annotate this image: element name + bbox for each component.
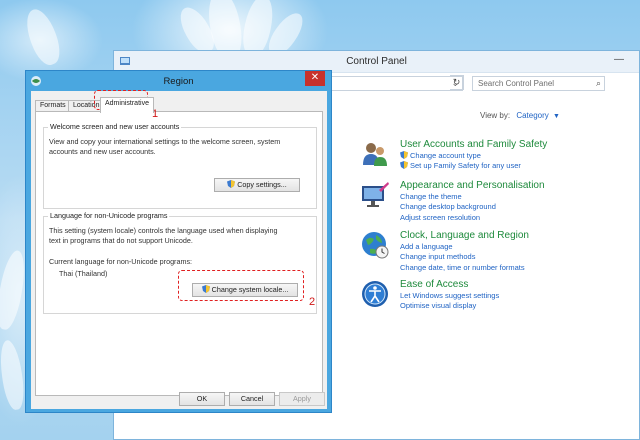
link-desktop-background[interactable]: Change desktop background (400, 202, 545, 212)
wallpaper-petal (0, 338, 27, 412)
current-language-label: Current language for non-Unicode program… (49, 257, 193, 266)
category-heading[interactable]: Appearance and Personalisation (400, 180, 545, 192)
search-placeholder: Search Control Panel (478, 79, 555, 88)
link-label: Set up Family Safety for any user (410, 161, 521, 171)
users-icon (363, 143, 387, 166)
view-by: View by: Category ▼ (480, 111, 560, 120)
group-description: This setting (system locale) controls th… (49, 226, 278, 245)
callout-box-change-locale (178, 270, 304, 301)
view-by-dropdown[interactable]: Category (516, 111, 548, 120)
dialog-body: Formats Location Administrative Welcome … (31, 91, 327, 409)
window-title: Control Panel (346, 56, 407, 67)
link-label: Change account type (410, 151, 481, 160)
ease-of-access-icon (362, 281, 388, 307)
button-label: Copy settings... (237, 180, 287, 189)
link-add-language[interactable]: Add a language (400, 242, 529, 252)
tab-strip: Formats Location Administrative (35, 97, 325, 113)
search-icon[interactable]: ⌕ (596, 78, 601, 89)
globe-clock-icon (362, 232, 389, 259)
current-language-value: Thai (Thailand) (59, 269, 108, 278)
shield-icon (227, 180, 236, 188)
refresh-icon[interactable]: ↻ (450, 75, 464, 90)
category-heading[interactable]: Ease of Access (400, 279, 499, 291)
administrative-panel: Welcome screen and new user accounts Vie… (35, 111, 323, 396)
description-line: accounts and new user accounts. (49, 146, 156, 156)
description-line: View and copy your international setting… (49, 137, 281, 146)
apply-button: Apply (279, 392, 325, 406)
shield-icon (400, 151, 408, 159)
link-date-time-formats[interactable]: Change date, time or number formats (400, 263, 529, 273)
link-screen-resolution[interactable]: Adjust screen resolution (400, 213, 545, 223)
group-legend: Welcome screen and new user accounts (48, 122, 182, 131)
shield-icon (400, 161, 408, 170)
search-input[interactable]: Search Control Panel ⌕ (472, 76, 605, 91)
cancel-button[interactable]: Cancel (229, 392, 275, 406)
welcome-screen-group: Welcome screen and new user accounts Vie… (43, 122, 317, 209)
group-legend: Language for non-Unicode programs (48, 211, 170, 220)
tab-administrative[interactable]: Administrative (100, 97, 154, 113)
link-optimise-visual-display[interactable]: Optimise visual display (400, 301, 499, 311)
ok-button[interactable]: OK (179, 392, 225, 406)
close-button[interactable]: ✕ (305, 71, 325, 86)
group-description: View and copy your international setting… (49, 137, 280, 156)
minimize-button[interactable]: — (605, 54, 633, 68)
copy-settings-button[interactable]: Copy settings... (214, 178, 300, 192)
category-heading[interactable]: Clock, Language and Region (400, 230, 529, 242)
category-heading[interactable]: User Accounts and Family Safety (400, 139, 547, 151)
caret-down-icon[interactable]: ▼ (553, 113, 560, 120)
region-dialog: Region ✕ Formats Location Administrative… (25, 70, 332, 413)
link-windows-suggest-settings[interactable]: Let Windows suggest settings (400, 291, 499, 301)
wallpaper-petal (20, 5, 66, 69)
link-change-account-type[interactable]: Change account type (400, 151, 547, 161)
callout-number: 2 (309, 296, 316, 308)
dialog-title: Region (163, 76, 194, 87)
link-change-theme[interactable]: Change the theme (400, 192, 545, 202)
appearance-icon (362, 182, 389, 207)
view-by-label: View by: (480, 111, 511, 120)
link-input-methods[interactable]: Change input methods (400, 252, 529, 262)
link-family-safety[interactable]: Set up Family Safety for any user (400, 161, 547, 171)
description-line: text in programs that do not support Uni… (49, 235, 193, 245)
description-line: This setting (system locale) controls th… (49, 226, 278, 235)
